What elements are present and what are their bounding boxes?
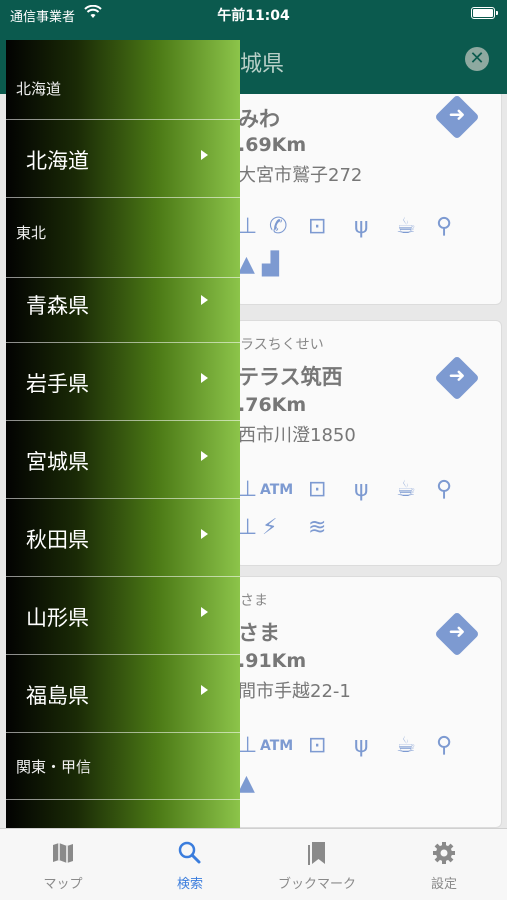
status-bar: 通信事業者 午前11:04: [0, 0, 507, 28]
water-tap-icon: ⚲: [436, 214, 453, 239]
result-card[interactable]: さま さま .91Km 間市手越22-1 ➜ ⊥ ATM ⊡ ψ ☕ ⚲ ▲: [235, 576, 502, 828]
wifi-icon: ≋: [308, 515, 327, 540]
tab-settings[interactable]: 設定: [381, 829, 507, 900]
drawer-item-label: 北海道: [26, 149, 89, 173]
atm-icon: ATM: [260, 738, 294, 754]
drawer-item-miyagi[interactable]: 宮城県: [6, 421, 240, 499]
station-kana: さま: [240, 593, 268, 609]
chevron-right-icon: [201, 148, 209, 162]
drawer-item-label: 宮城県: [26, 450, 89, 474]
station-distance: .76Km: [238, 394, 307, 416]
station-address: 間市手越22-1: [238, 681, 351, 702]
clock: 午前11:04: [217, 8, 290, 24]
chevron-right-icon: [201, 371, 209, 385]
station-name: さま: [238, 621, 280, 645]
section-label: 関東・甲信: [16, 758, 92, 776]
station-address: 西市川澄1850: [238, 425, 356, 446]
drawer-item-fukushima[interactable]: 福島県: [6, 655, 240, 733]
atm-icon: ATM: [260, 482, 294, 498]
toilet-icon: ⊥: [238, 515, 258, 540]
chevron-right-icon: [201, 527, 209, 541]
tab-label: マップ: [43, 877, 83, 892]
phone-icon: ✆: [269, 214, 288, 239]
chevron-right-icon: [201, 293, 209, 307]
shopping-bag-icon: ⊡: [308, 733, 327, 758]
chevron-right-icon: [201, 605, 209, 619]
result-card[interactable]: ラスちくせい テラス筑西 .76Km 西市川澄1850 ➜ ⊥ ATM ⊡ ψ …: [235, 320, 502, 566]
drawer-item-label: 青森県: [26, 294, 89, 318]
route-icon[interactable]: ➜: [434, 611, 480, 657]
drawer-item-yamagata[interactable]: 山形県: [6, 577, 240, 655]
shopping-bag-icon: ⊡: [308, 214, 327, 239]
drawer-item-label: 岩手県: [26, 372, 89, 396]
section-label: 北海道: [16, 80, 62, 98]
tab-search[interactable]: 検索: [127, 829, 253, 900]
drawer-item-label: 秋田県: [26, 528, 89, 552]
hill-icon: ▲: [238, 252, 255, 277]
drawer-item-label: 山形県: [26, 606, 89, 630]
station-distance: .91Km: [238, 650, 307, 672]
search-icon: [176, 839, 204, 867]
page-title: 城県: [240, 52, 285, 77]
tab-bookmark[interactable]: ブックマーク: [254, 829, 380, 900]
bookmark-icon: [303, 839, 331, 867]
drawer-item-hokkaido[interactable]: 北海道: [6, 120, 240, 198]
restaurant-icon: ψ: [354, 214, 369, 239]
route-icon[interactable]: ➜: [434, 94, 480, 140]
station-kana: ラスちくせい: [240, 337, 324, 353]
close-button[interactable]: ✕: [465, 47, 489, 71]
water-tap-icon: ⚲: [436, 477, 453, 502]
station-address: 大宮市鷲子272: [238, 165, 363, 186]
battery-icon: [471, 7, 498, 19]
route-icon[interactable]: ➜: [434, 355, 480, 401]
tab-bar: マップ 検索 ブックマーク 設定: [0, 828, 507, 900]
water-tap-icon: ⚲: [436, 733, 453, 758]
tab-label: 検索: [176, 877, 203, 892]
chevron-right-icon: [201, 683, 209, 697]
tab-map[interactable]: マップ: [0, 829, 126, 900]
map-icon: [49, 839, 77, 867]
cafe-icon: ☕: [396, 477, 416, 502]
station-name: テラス筑西: [238, 365, 343, 389]
restaurant-icon: ψ: [354, 733, 369, 758]
gear-icon: [430, 839, 458, 867]
drawer-item-aomori[interactable]: 青森県: [6, 265, 240, 343]
home-indicator-area: [0, 894, 507, 900]
toilet-icon: ⊥: [238, 477, 258, 502]
restaurant-icon: ψ: [354, 477, 369, 502]
toilet-icon: ⊥: [238, 214, 258, 239]
tab-label: 設定: [430, 877, 457, 892]
landscape-icon: ▟: [262, 252, 279, 277]
drawer-item-akita[interactable]: 秋田県: [6, 499, 240, 577]
drawer-item-label: 福島県: [26, 684, 89, 708]
toilet-icon: ⊥: [238, 733, 258, 758]
ev-charger-icon: ⚡: [262, 515, 278, 540]
cafe-icon: ☕: [396, 733, 416, 758]
hill-icon: ▲: [238, 771, 255, 796]
drawer-item-iwate[interactable]: 岩手県: [6, 343, 240, 421]
drawer-section-header: 関東・甲信: [6, 733, 240, 800]
chevron-right-icon: [201, 449, 209, 463]
section-label: 東北: [16, 224, 47, 242]
shopping-bag-icon: ⊡: [308, 477, 327, 502]
station-distance: .69Km: [238, 134, 307, 156]
prefecture-drawer: 北海道 北海道 東北 青森県 岩手県 宮城県 秋田県 山形県 福島県 関東・甲信: [6, 40, 240, 828]
drawer-section-header: 北海道: [6, 40, 240, 120]
station-name: みわ: [238, 107, 280, 131]
result-card[interactable]: みわ .69Km 大宮市鷲子272 ➜ ⊥ ✆ ⊡ ψ ☕ ⚲ ▲ ▟: [235, 94, 502, 305]
cafe-icon: ☕: [396, 214, 416, 239]
tab-label: ブックマーク: [277, 877, 356, 892]
